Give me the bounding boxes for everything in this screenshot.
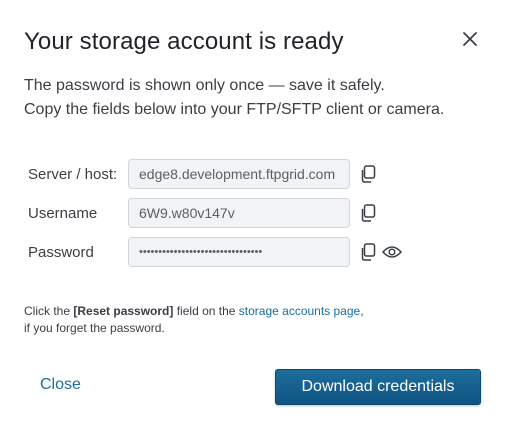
username-row: Username 6W9.w80v147v <box>28 197 378 229</box>
password-field[interactable]: •••••••••••••••••••••••••••••••• <box>128 237 350 267</box>
copy-icon <box>361 243 376 261</box>
password-row: Password •••••••••••••••••••••••••••••••… <box>28 236 403 268</box>
download-credentials-button[interactable]: Download credentials <box>275 369 481 405</box>
copy-server-button[interactable] <box>358 163 378 185</box>
close-dialog-button[interactable] <box>456 25 484 53</box>
username-label: Username <box>28 204 98 222</box>
dialog-intro: The password is shown only once — save i… <box>24 74 494 122</box>
copy-password-button[interactable] <box>358 241 378 263</box>
intro-line-1: The password is shown only once — save i… <box>24 77 385 94</box>
note-prefix: Click the <box>24 304 74 318</box>
copy-icon <box>361 165 376 183</box>
close-icon <box>463 32 477 46</box>
intro-line-2: Copy the fields below into your FTP/SFTP… <box>24 101 445 118</box>
server-row: Server / host: edge8.development.ftpgrid… <box>28 158 378 190</box>
dialog-title: Your storage account is ready <box>24 28 344 55</box>
password-label: Password <box>28 243 94 261</box>
storage-accounts-link[interactable]: storage accounts page <box>239 304 360 318</box>
username-field[interactable]: 6W9.w80v147v <box>128 198 350 228</box>
note-suffix: , <box>360 304 364 318</box>
server-field[interactable]: edge8.development.ftpgrid.com <box>128 159 350 189</box>
note-middle: field on the <box>173 304 239 318</box>
copy-icon <box>361 204 376 222</box>
reset-password-field-ref: [Reset password] <box>73 304 174 318</box>
server-label: Server / host: <box>28 165 118 183</box>
note-line-2: if you forget the password. <box>24 321 165 335</box>
eye-icon <box>382 246 402 258</box>
reset-password-note: Click the [Reset password] field on the … <box>24 303 464 337</box>
copy-username-button[interactable] <box>358 202 378 224</box>
show-password-button[interactable] <box>381 241 403 263</box>
close-button[interactable]: Close <box>40 376 81 394</box>
storage-ready-dialog: Your storage account is ready The passwo… <box>0 0 507 429</box>
